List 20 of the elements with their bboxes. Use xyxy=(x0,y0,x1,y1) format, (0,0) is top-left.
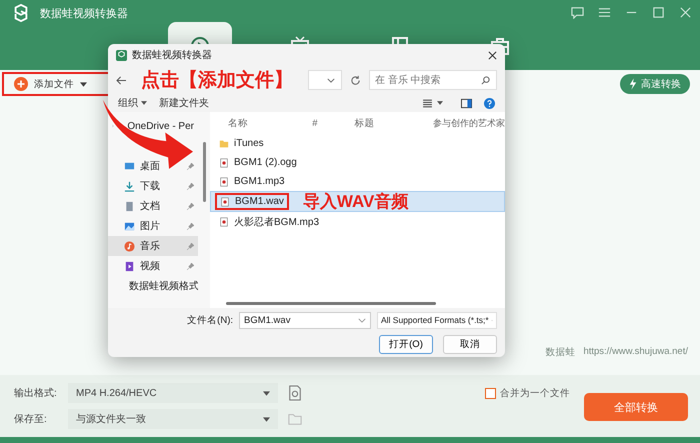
file-name: iTunes xyxy=(234,138,264,149)
dialog-title: 数据蛙视频转换器 xyxy=(132,48,212,62)
annotation-text: 点击【添加文件】 xyxy=(141,68,293,93)
nav-label: 文档 xyxy=(140,200,160,213)
brand-name: 数据蛙 xyxy=(545,346,576,359)
nav-label: OneDrive - Per xyxy=(127,120,194,132)
nav-label: 桌面 xyxy=(140,160,160,173)
nav-label: 视频 xyxy=(140,260,160,273)
file-name: BGM1.mp3 xyxy=(234,176,285,187)
file-name: BGM1.wav xyxy=(235,196,284,207)
nav-label: 图片 xyxy=(140,220,160,233)
nav-label: 下载 xyxy=(140,180,160,193)
annotation-text: 导入WAV音频 xyxy=(302,191,408,213)
file-name: 火影忍者BGM.mp3 xyxy=(234,216,320,228)
app-title: 数据蛙视频转换器 xyxy=(40,6,128,20)
nav-label: 音乐 xyxy=(140,240,160,253)
file-name: BGM1 (2).ogg xyxy=(234,157,297,168)
filename-label: 文件名(N): xyxy=(187,314,233,326)
save-to-label: 保存至: xyxy=(14,413,48,426)
output-format-label: 输出格式: xyxy=(14,386,58,400)
